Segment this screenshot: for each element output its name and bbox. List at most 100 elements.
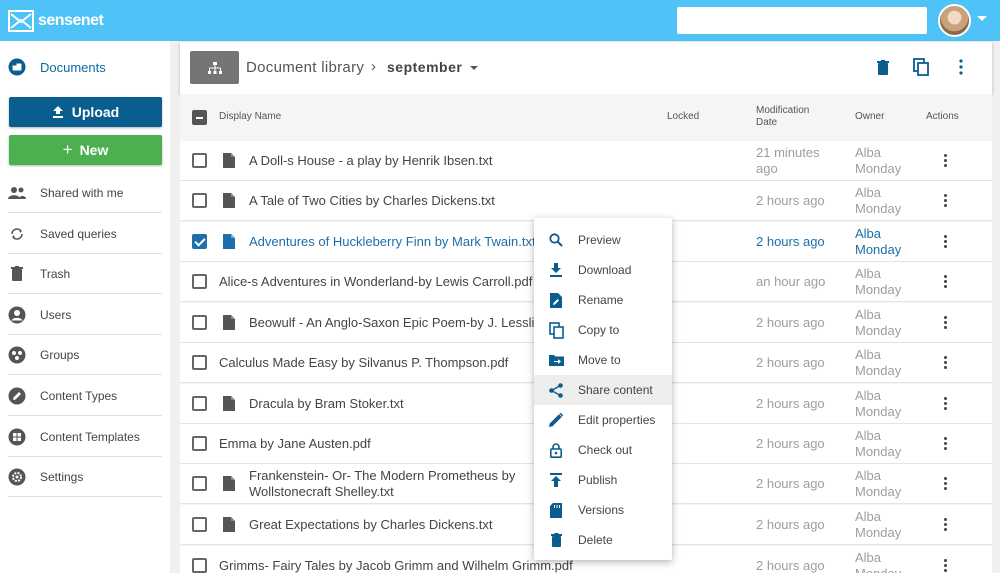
file-name[interactable]: A Doll-s House - a play by Henrik Ibsen.… xyxy=(249,153,740,168)
owner-name: Alba Monday xyxy=(855,307,902,338)
sidebar-item-label: Settings xyxy=(40,469,84,484)
header-owner[interactable]: Owner xyxy=(855,111,884,122)
sidebar-item-label: Documents xyxy=(40,59,106,75)
sidebar-item-groups[interactable]: Groups xyxy=(8,335,162,375)
modification-date: 2 hours ago xyxy=(756,355,825,370)
context-menu-item-delete[interactable]: Delete xyxy=(534,525,672,555)
header-modification-date[interactable]: Modification Date xyxy=(756,105,826,129)
caret-down-icon[interactable] xyxy=(977,16,987,21)
row-actions-icon[interactable] xyxy=(944,194,948,208)
breadcrumb-separator: › xyxy=(371,58,376,75)
row-checkbox[interactable] xyxy=(192,436,207,451)
tree-view-button[interactable] xyxy=(190,51,239,84)
templates-icon xyxy=(8,428,26,446)
groups-icon xyxy=(8,346,26,364)
owner-name: Alba Monday xyxy=(855,226,902,257)
modification-date: 2 hours ago xyxy=(756,396,825,411)
header-locked[interactable]: Locked xyxy=(667,111,699,122)
sidebar-item-content-templates[interactable]: Content Templates xyxy=(8,417,162,457)
upload-button[interactable]: Upload xyxy=(9,97,162,127)
select-all-checkbox[interactable] xyxy=(192,110,207,125)
sensenet-logo[interactable]: sensenet xyxy=(8,9,104,33)
owner-name: Alba Monday xyxy=(855,388,902,419)
sidebar-item-settings[interactable]: Settings xyxy=(8,457,162,497)
row-actions-icon[interactable] xyxy=(944,154,948,168)
file-icon xyxy=(223,193,235,208)
row-actions-icon[interactable] xyxy=(944,518,948,532)
row-checkbox[interactable] xyxy=(192,558,207,573)
sidebar-item-documents[interactable]: Documents xyxy=(8,47,162,87)
context-menu-item-download[interactable]: Download xyxy=(534,255,672,285)
sidebar: Documents Upload + New Shared with me Sa… xyxy=(0,41,170,573)
sidebar-item-saved-queries[interactable]: Saved queries xyxy=(8,214,162,254)
owner-name: Alba Monday xyxy=(855,428,902,459)
sidebar-item-users[interactable]: Users xyxy=(8,295,162,335)
row-actions-icon[interactable] xyxy=(944,356,948,370)
row-checkbox[interactable] xyxy=(192,234,207,249)
row-checkbox[interactable] xyxy=(192,274,207,289)
row-checkbox[interactable] xyxy=(192,355,207,370)
file-name[interactable]: Grimms- Fairy Tales by Jacob Grimm and W… xyxy=(219,558,740,573)
table-row[interactable]: A Tale of Two Cities by Charles Dickens.… xyxy=(180,181,992,221)
modification-date: an hour ago xyxy=(756,274,826,289)
breadcrumb-caret-icon[interactable] xyxy=(470,66,478,70)
row-actions-icon[interactable] xyxy=(944,275,948,289)
row-actions-icon[interactable] xyxy=(944,559,948,573)
download-icon xyxy=(534,263,578,277)
owner-name: Alba Monday xyxy=(855,347,902,378)
row-checkbox[interactable] xyxy=(192,193,207,208)
breadcrumb-current[interactable]: september xyxy=(387,59,462,75)
upload-label: Upload xyxy=(71,104,120,120)
sidebar-item-shared-with-me[interactable]: Shared with me xyxy=(8,173,162,213)
row-checkbox[interactable] xyxy=(192,476,207,491)
row-checkbox[interactable] xyxy=(192,396,207,411)
trash-icon xyxy=(8,265,26,283)
sensenet-logo-icon xyxy=(8,10,34,32)
context-menu-item-move-to[interactable]: Move to xyxy=(534,345,672,375)
context-menu-item-rename[interactable]: Rename xyxy=(534,285,672,315)
row-actions-icon[interactable] xyxy=(944,477,948,491)
row-checkbox[interactable] xyxy=(192,153,207,168)
context-menu-item-preview[interactable]: Preview xyxy=(534,225,672,255)
breadcrumb-root[interactable]: Document library xyxy=(246,59,364,76)
row-checkbox[interactable] xyxy=(192,517,207,532)
context-menu-label: Preview xyxy=(578,233,621,247)
gear-icon xyxy=(8,468,26,486)
sidebar-item-trash[interactable]: Trash xyxy=(8,254,162,294)
context-menu-item-publish[interactable]: Publish xyxy=(534,465,672,495)
context-menu-label: Share content xyxy=(578,383,653,397)
people-icon xyxy=(8,184,26,202)
row-actions-icon[interactable] xyxy=(944,397,948,411)
new-button[interactable]: + New xyxy=(9,135,162,165)
header-display-name[interactable]: Display Name xyxy=(219,111,281,122)
row-actions-icon[interactable] xyxy=(944,316,948,330)
row-actions-icon[interactable] xyxy=(944,437,948,451)
sidebar-item-label: Users xyxy=(40,307,72,322)
main-toolbar: Document library › september xyxy=(180,42,992,94)
avatar[interactable] xyxy=(938,4,971,37)
table-row[interactable]: A Doll-s House - a play by Henrik Ibsen.… xyxy=(180,141,992,181)
modification-date: 2 hours ago xyxy=(756,315,825,330)
versions-icon xyxy=(534,502,578,518)
context-menu-item-copy-to[interactable]: Copy to xyxy=(534,315,672,345)
context-menu-item-check-out[interactable]: Check out xyxy=(534,435,672,465)
row-checkbox[interactable] xyxy=(192,315,207,330)
context-menu-item-share-content[interactable]: Share content xyxy=(534,375,672,405)
owner-name: Alba Monday xyxy=(855,509,902,540)
modification-date: 2 hours ago xyxy=(756,517,825,532)
context-menu-item-versions[interactable]: Versions xyxy=(534,495,672,525)
row-actions-icon[interactable] xyxy=(944,235,948,249)
more-options-button[interactable] xyxy=(951,57,971,77)
context-menu: Preview Download Rename Copy to Move to Share… xyxy=(534,218,672,560)
file-name[interactable]: A Tale of Two Cities by Charles Dickens.… xyxy=(249,193,740,208)
sync-icon xyxy=(8,225,26,243)
user-icon xyxy=(8,306,26,324)
copy-selected-button[interactable] xyxy=(911,57,931,77)
delete-selected-button[interactable] xyxy=(873,57,893,77)
modification-date: 2 hours ago xyxy=(756,234,825,249)
context-menu-item-edit-properties[interactable]: Edit properties xyxy=(534,405,672,435)
sidebar-item-content-types[interactable]: Content Types xyxy=(8,376,162,416)
file-icon xyxy=(223,153,235,168)
new-label: New xyxy=(79,142,109,158)
search-input[interactable] xyxy=(677,7,927,34)
